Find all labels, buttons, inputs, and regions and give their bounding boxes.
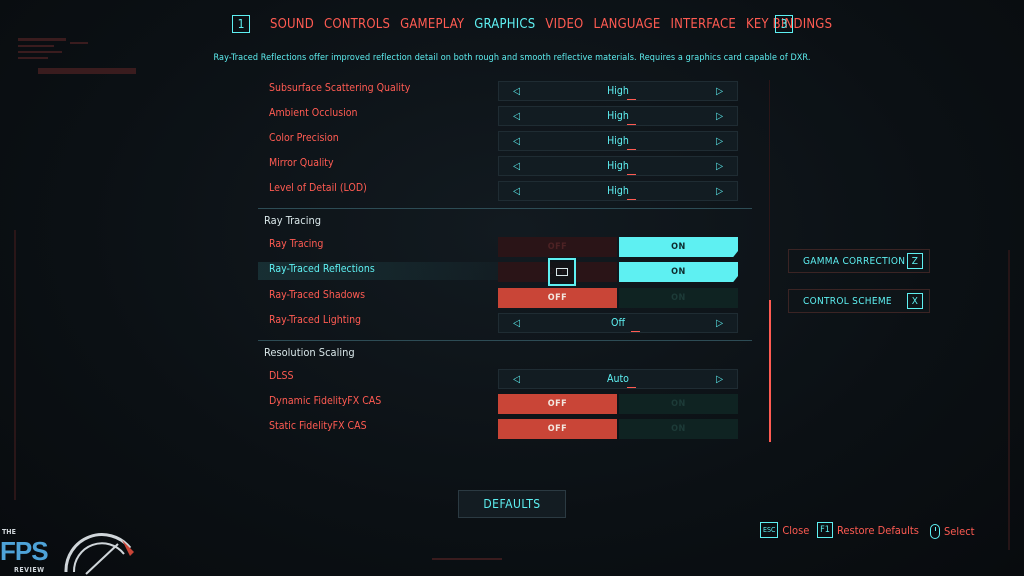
key-hint: X <box>907 293 923 309</box>
mirror-quality-selector[interactable]: ◁ High ▷ <box>498 156 738 176</box>
nav-next-key[interactable]: 3 <box>775 15 793 33</box>
tab-video[interactable]: VIDEO <box>545 17 583 32</box>
hud-decoration-left-edge <box>14 230 16 500</box>
selector-value: Off <box>611 317 640 332</box>
setting-label: Static FidelityFX CAS <box>269 420 367 432</box>
arrow-left-icon[interactable]: ◁ <box>513 111 520 122</box>
footer-select[interactable]: Select <box>930 524 975 539</box>
hud-decoration-bottom <box>432 558 502 560</box>
selector-value: High <box>607 135 636 150</box>
level-of-detail-selector[interactable]: ◁ High ▷ <box>498 181 738 201</box>
gamma-correction-button[interactable]: GAMMA CORRECTION Z <box>788 249 930 273</box>
setting-description: Ray-Traced Reflections offer improved re… <box>213 53 811 63</box>
setting-label: Ray-Traced Shadows <box>269 289 366 301</box>
ray-traced-lighting-selector[interactable]: ◁ Off ▷ <box>498 313 738 333</box>
arrow-right-icon[interactable]: ▷ <box>716 136 723 147</box>
fps-review-logo: THE FPS REVIEW <box>0 522 140 576</box>
setting-label: Subsurface Scattering Quality <box>269 82 411 94</box>
toggle-off-option[interactable]: OFF <box>498 288 617 308</box>
toggle-off-option[interactable]: OFF <box>498 394 617 414</box>
toggle-on-option[interactable]: ON <box>619 288 738 308</box>
dynamic-fidelityfx-cas-toggle[interactable]: OFF ON <box>498 394 738 414</box>
footer-close[interactable]: ESC Close <box>760 522 809 538</box>
toggle-on-option[interactable]: ON <box>619 262 738 282</box>
dlss-selector[interactable]: ◁ Auto ▷ <box>498 369 738 389</box>
arrow-right-icon[interactable]: ▷ <box>716 186 723 197</box>
tab-gameplay[interactable]: GAMEPLAY <box>400 17 464 32</box>
defaults-button[interactable]: DEFAULTS <box>458 490 566 518</box>
arrow-left-icon[interactable]: ◁ <box>513 161 520 172</box>
ambient-occlusion-selector[interactable]: ◁ High ▷ <box>498 106 738 126</box>
ray-traced-shadows-toggle[interactable]: OFF ON <box>498 288 738 308</box>
tab-controls[interactable]: CONTROLS <box>324 17 390 32</box>
footer-close-label: Close <box>782 523 810 537</box>
toggle-off-option[interactable]: OFF <box>498 419 617 439</box>
selector-value: High <box>607 110 636 125</box>
footer-restore-label: Restore Defaults <box>837 523 919 537</box>
setting-label: DLSS <box>269 370 294 382</box>
tab-sound[interactable]: SOUND <box>270 17 314 32</box>
setting-label: Ambient Occlusion <box>269 107 358 119</box>
setting-label: Ray-Traced Lighting <box>269 314 362 326</box>
subsurface-scattering-selector[interactable]: ◁ High ▷ <box>498 81 738 101</box>
gamma-correction-label: GAMMA CORRECTION <box>803 255 906 267</box>
selector-value: High <box>607 160 636 175</box>
section-header-ray-tracing: Ray Tracing <box>258 208 752 230</box>
selector-value: High <box>607 185 636 200</box>
control-scheme-button[interactable]: CONTROL SCHEME X <box>788 289 930 313</box>
selector-value: Auto <box>607 373 636 388</box>
control-scheme-label: CONTROL SCHEME <box>803 295 892 307</box>
nav-prev-key[interactable]: 1 <box>232 15 250 33</box>
logo-the: THE <box>2 528 16 536</box>
logo-review: REVIEW <box>14 566 45 574</box>
tab-graphics[interactable]: GRAPHICS <box>474 17 535 32</box>
ray-traced-reflections-toggle[interactable]: OFF ON <box>498 262 738 282</box>
toggle-off-option[interactable]: OFF <box>498 237 617 257</box>
arrow-left-icon[interactable]: ◁ <box>513 318 520 329</box>
tab-language[interactable]: LANGUAGE <box>593 17 660 32</box>
arrow-right-icon[interactable]: ▷ <box>716 86 723 97</box>
arrow-right-icon[interactable]: ▷ <box>716 161 723 172</box>
arrow-right-icon[interactable]: ▷ <box>716 111 723 122</box>
arrow-left-icon[interactable]: ◁ <box>513 374 520 385</box>
setting-label: Mirror Quality <box>269 157 334 169</box>
color-precision-selector[interactable]: ◁ High ▷ <box>498 131 738 151</box>
f1-key-icon: F1 <box>817 522 833 538</box>
mouse-icon <box>930 524 940 539</box>
hud-decoration-right-edge <box>1008 250 1010 550</box>
section-header-resolution-scaling: Resolution Scaling <box>258 340 752 362</box>
esc-key-icon: ESC <box>760 522 779 538</box>
setting-label: Dynamic FidelityFX CAS <box>269 395 382 407</box>
toggle-on-option[interactable]: ON <box>619 394 738 414</box>
toggle-on-option[interactable]: ON <box>619 237 738 257</box>
speedometer-icon <box>64 533 134 575</box>
tab-interface[interactable]: INTERFACE <box>670 17 736 32</box>
setting-label-selected: Ray-Traced Reflections <box>269 263 375 275</box>
settings-tab-bar: SOUND CONTROLS GAMEPLAY GRAPHICS VIDEO L… <box>270 17 842 32</box>
arrow-left-icon[interactable]: ◁ <box>513 186 520 197</box>
footer-select-label: Select <box>944 525 975 538</box>
ray-tracing-toggle[interactable]: OFF ON <box>498 237 738 257</box>
toggle-on-option[interactable]: ON <box>619 419 738 439</box>
cursor-icon <box>548 258 576 286</box>
arrow-right-icon[interactable]: ▷ <box>716 318 723 329</box>
selector-value: High <box>607 85 636 100</box>
arrow-left-icon[interactable]: ◁ <box>513 136 520 147</box>
logo-fps: FPS <box>0 536 49 566</box>
setting-label: Level of Detail (LOD) <box>269 182 367 194</box>
static-fidelityfx-cas-toggle[interactable]: OFF ON <box>498 419 738 439</box>
arrow-left-icon[interactable]: ◁ <box>513 86 520 97</box>
arrow-right-icon[interactable]: ▷ <box>716 374 723 385</box>
scrollbar-thumb[interactable] <box>769 300 771 442</box>
setting-label: Ray Tracing <box>269 238 324 250</box>
setting-label: Color Precision <box>269 132 339 144</box>
key-hint: Z <box>907 253 923 269</box>
footer-restore-defaults[interactable]: F1 Restore Defaults <box>817 522 919 538</box>
